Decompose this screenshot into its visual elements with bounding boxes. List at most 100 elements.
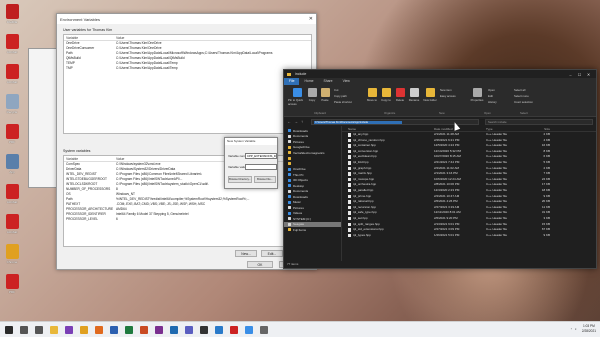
taskbar-app-start[interactable] bbox=[3, 324, 15, 336]
ok-button[interactable]: OK bbox=[247, 261, 273, 268]
copy-to-button[interactable]: Copy to bbox=[380, 88, 392, 102]
back-icon[interactable]: ← bbox=[287, 119, 294, 124]
table-row[interactable]: TMP C:\Users\Thomas Kim\AppData\Local\Tem… bbox=[64, 66, 311, 71]
desktop-icon[interactable]: PDF bbox=[2, 274, 22, 301]
select-all-button[interactable]: Select all bbox=[514, 88, 525, 92]
pin-icon bbox=[292, 88, 302, 97]
user-variables-table[interactable]: Variable Value OneDrive C:\Users\Thomas K… bbox=[63, 34, 312, 134]
folder-icon bbox=[288, 184, 291, 188]
file-date: 1/26/2021 5:01 PM bbox=[434, 232, 460, 237]
taskbar-app-chrome[interactable] bbox=[78, 324, 90, 336]
new-button[interactable]: New... bbox=[235, 250, 257, 257]
up-icon[interactable]: ↑ bbox=[301, 119, 308, 124]
col-variable[interactable]: Variable bbox=[64, 35, 116, 40]
delete-button[interactable]: Delete bbox=[394, 88, 406, 102]
file-icon bbox=[348, 161, 351, 165]
pin-quick-access-button[interactable]: Pin to Quick access bbox=[288, 88, 306, 106]
edit-button[interactable]: Edit... bbox=[261, 250, 283, 257]
group-open: Open bbox=[484, 111, 491, 115]
new-system-variable-dialog[interactable]: New System Variable Variable name: CPP_E… bbox=[224, 137, 278, 189]
desktop-icon[interactable]: Acrobat bbox=[2, 34, 22, 61]
select-none-button[interactable]: Select none bbox=[514, 94, 529, 98]
desktop-icon[interactable]: Recycle bbox=[2, 94, 22, 121]
volume-icon[interactable]: ◖ bbox=[575, 327, 577, 331]
new-item-button[interactable]: New item bbox=[440, 88, 452, 92]
col-name[interactable]: Name bbox=[342, 126, 434, 131]
col-value[interactable]: Value bbox=[116, 35, 311, 40]
forward-icon[interactable]: → bbox=[294, 119, 301, 124]
desktop-icon[interactable]: Chrome bbox=[2, 244, 22, 271]
clock[interactable]: 1:03 PM 2/28/2021 bbox=[582, 324, 596, 333]
copy-button[interactable]: Copy bbox=[306, 88, 318, 102]
cut-button[interactable]: Cut bbox=[334, 88, 338, 92]
taskbar-app-task-view[interactable] bbox=[33, 324, 45, 336]
move-to-button[interactable]: Move to bbox=[366, 88, 378, 102]
folder-icon bbox=[288, 129, 291, 133]
col-variable[interactable]: Variable bbox=[64, 156, 116, 161]
invert-selection-button[interactable]: Invert selection bbox=[514, 100, 533, 104]
desktop-icon[interactable]: FileZilla bbox=[2, 4, 22, 31]
desktop-icon-label: Recycle bbox=[6, 110, 18, 114]
browse-file-button[interactable]: Browse File... bbox=[254, 176, 276, 183]
col-value[interactable]: Value bbox=[116, 156, 311, 161]
system-tray: ◔ ◖ 1:03 PM 2/28/2021 bbox=[570, 324, 596, 333]
variable-value-input[interactable] bbox=[245, 164, 277, 170]
file-explorer-window[interactable]: include – ☐ ✕ File Home Share View Pin t… bbox=[283, 69, 597, 269]
taskbar-app-vs[interactable] bbox=[63, 324, 75, 336]
table-row[interactable]: PROCESSOR_LEVEL 6 bbox=[64, 217, 311, 222]
address-path[interactable]: C:\Users\Thomas Kim\Documents\cpp\includ… bbox=[314, 120, 402, 124]
copy-path-button[interactable]: Copy path bbox=[334, 94, 347, 98]
variable-name-input[interactable]: CPP_EXTENSIONS_DIR bbox=[245, 153, 277, 159]
tab-share[interactable]: Share bbox=[319, 78, 338, 85]
minimize-icon[interactable]: – bbox=[566, 72, 575, 77]
close-icon[interactable]: ✕ bbox=[309, 16, 313, 22]
maximize-icon[interactable]: ☐ bbox=[575, 72, 584, 77]
open-button[interactable]: Open bbox=[488, 88, 495, 92]
taskbar-app-onenote[interactable] bbox=[153, 324, 165, 336]
tab-file[interactable]: File bbox=[284, 78, 300, 85]
taskbar-app-vscode[interactable] bbox=[213, 324, 225, 336]
edit-button[interactable]: Edit bbox=[488, 94, 493, 98]
taskbar-app-teams[interactable] bbox=[183, 324, 195, 336]
taskbar-app-firefox[interactable] bbox=[93, 324, 105, 336]
search-input[interactable]: Search include bbox=[485, 118, 593, 125]
network-icon[interactable]: ◔ bbox=[570, 327, 572, 331]
taskbar-app-word[interactable] bbox=[108, 324, 120, 336]
properties-button[interactable]: Properties bbox=[469, 88, 485, 102]
taskbar-app-explorer[interactable] bbox=[48, 324, 60, 336]
taskbar-app-settings[interactable] bbox=[258, 324, 270, 336]
new-folder-button[interactable]: New folder bbox=[423, 88, 437, 102]
vscode-icon bbox=[215, 325, 223, 334]
tab-view[interactable]: View bbox=[338, 78, 355, 85]
file-row[interactable]: tpl_types.hpp 1/26/2021 5:01 PM C++ Header… bbox=[342, 233, 596, 239]
desktop-icon[interactable]: PDF bbox=[2, 124, 22, 151]
taskbar-app-powerpoint[interactable] bbox=[138, 324, 150, 336]
nav-item[interactable]: Fuji Items bbox=[284, 227, 341, 233]
history-button[interactable]: History bbox=[488, 100, 497, 104]
desktop-icon[interactable]: Acrobat bbox=[2, 184, 22, 211]
taskbar-app-terminal[interactable] bbox=[198, 324, 210, 336]
paste-button[interactable]: Paste bbox=[319, 88, 331, 102]
taskbar-app-search[interactable] bbox=[18, 324, 30, 336]
system-properties-dialog[interactable] bbox=[28, 48, 58, 188]
group-select: Select bbox=[520, 111, 528, 115]
file-icon bbox=[348, 211, 351, 215]
taskbar-app-excel[interactable] bbox=[123, 324, 135, 336]
file-list: Name Date modified Type Size tpl_any.hpp… bbox=[342, 126, 596, 261]
taskbar-app-photos[interactable] bbox=[243, 324, 255, 336]
tab-home[interactable]: Home bbox=[299, 78, 318, 85]
desktop-icon[interactable]: App bbox=[2, 154, 22, 181]
file-icon bbox=[348, 194, 351, 199]
taskbar-app-outlook[interactable] bbox=[168, 324, 180, 336]
folder-icon bbox=[287, 72, 291, 76]
easy-access-button[interactable]: Easy access bbox=[440, 94, 456, 98]
paste-shortcut-button[interactable]: Paste shortcut bbox=[334, 100, 352, 104]
desktop-icon[interactable]: Acrobat bbox=[2, 214, 22, 241]
desktop-icon[interactable]: Acrobat bbox=[2, 64, 22, 91]
col-size[interactable]: Size bbox=[526, 126, 556, 131]
close-icon[interactable]: ✕ bbox=[584, 72, 593, 77]
browse-directory-button[interactable]: Browse Directory... bbox=[228, 176, 252, 183]
col-type[interactable]: Type bbox=[486, 126, 526, 131]
taskbar-app-adobe[interactable] bbox=[228, 324, 240, 336]
rename-button[interactable]: Rename bbox=[408, 88, 420, 102]
